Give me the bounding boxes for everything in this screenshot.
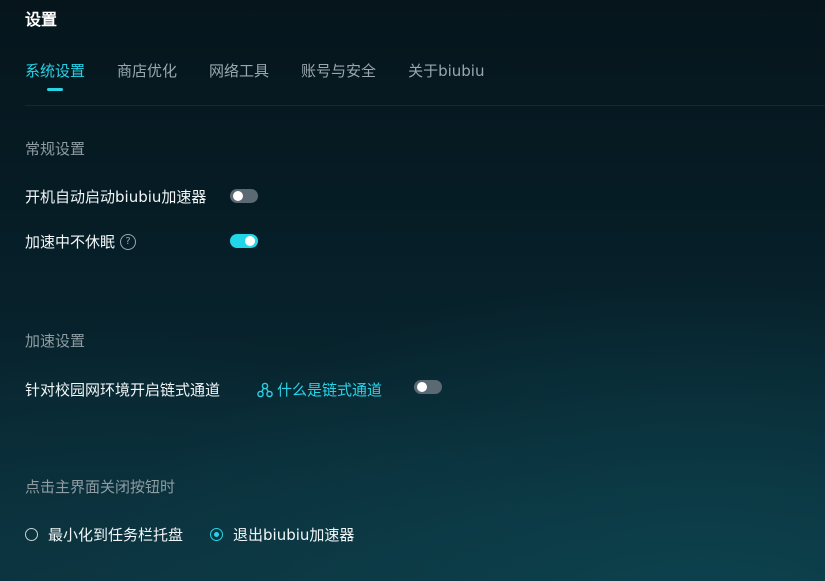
radio-circle (210, 528, 224, 541)
radio-circle (25, 528, 38, 541)
nodes-icon (257, 382, 273, 397)
tab-account-security[interactable]: 账号与安全 (301, 60, 376, 82)
radio-label: 最小化到任务栏托盘 (48, 526, 184, 544)
toggle-knob (417, 382, 427, 392)
chain-help-link[interactable]: 什么是链式通道 (257, 379, 382, 400)
nosleep-toggle[interactable] (230, 234, 258, 248)
tab-network-tools[interactable]: 网络工具 (209, 60, 269, 82)
toggle-knob (233, 191, 243, 201)
nosleep-label: 加速中不休眠 (25, 233, 116, 251)
section-title-acceleration: 加速设置 (25, 332, 86, 350)
autostart-toggle[interactable] (230, 189, 258, 203)
radio-label: 退出biubiu加速器 (233, 526, 355, 544)
chain-label: 针对校园网环境开启链式通道 (25, 381, 221, 399)
radio-minimize-to-tray[interactable]: 最小化到任务栏托盘 (25, 524, 183, 545)
page-title: 设置 (25, 10, 58, 29)
tab-system-settings[interactable]: 系统设置 (25, 60, 85, 82)
chain-help-link-label: 什么是链式通道 (277, 381, 383, 399)
tab-store-optimization[interactable]: 商店优化 (117, 60, 177, 82)
settings-tabs: 系统设置 商店优化 网络工具 账号与安全 关于biubiu (25, 60, 516, 82)
tab-about[interactable]: 关于biubiu (408, 60, 484, 82)
autostart-label: 开机自动启动biubiu加速器 (25, 188, 207, 206)
question-circle-icon[interactable]: ? (120, 233, 137, 250)
section-title-close-behavior: 点击主界面关闭按钮时 (25, 478, 176, 496)
close-behavior-options: 最小化到任务栏托盘 退出biubiu加速器 (25, 524, 381, 545)
toggle-knob (245, 236, 255, 246)
nosleep-row: 加速中不休眠 ? (25, 231, 137, 252)
chain-toggle[interactable] (414, 380, 442, 394)
tabs-divider (25, 105, 825, 106)
section-title-general: 常规设置 (25, 140, 86, 158)
radio-exit-app[interactable]: 退出biubiu加速器 (210, 524, 354, 545)
